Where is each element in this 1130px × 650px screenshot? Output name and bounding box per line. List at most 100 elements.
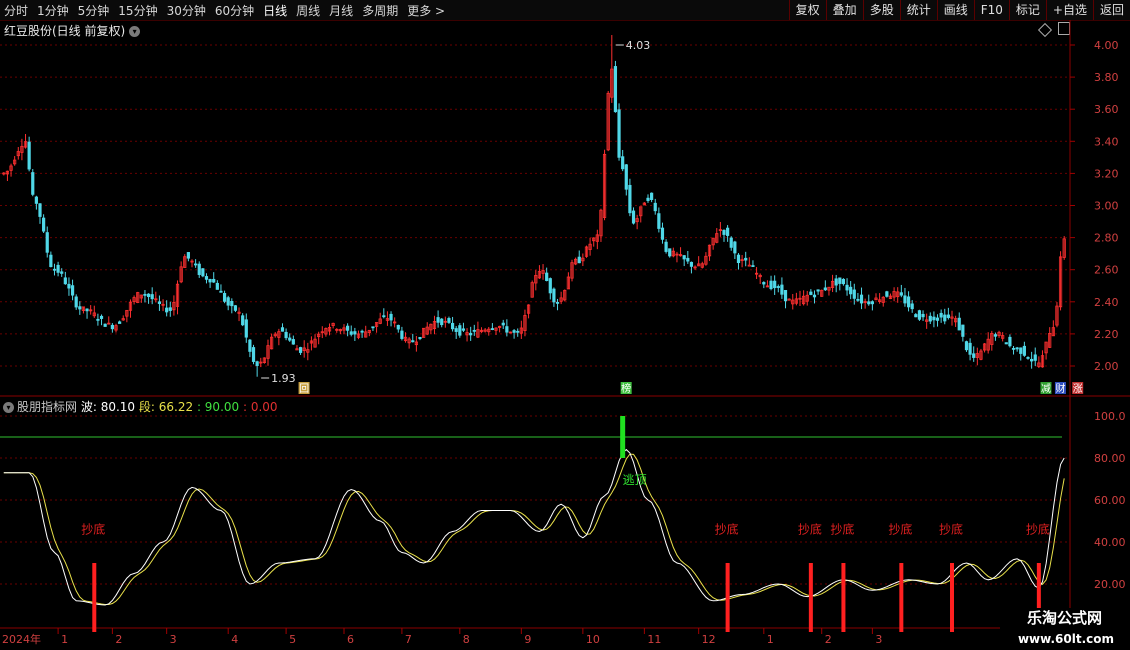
candle-body <box>729 237 733 248</box>
candle-body <box>552 288 556 303</box>
candle-body <box>621 156 625 170</box>
candle-body <box>52 268 57 271</box>
candle-body <box>34 196 38 204</box>
chevron-down-icon[interactable]: ▾ <box>3 402 14 413</box>
candle-body <box>353 331 357 335</box>
candle-body <box>454 328 458 332</box>
candle-body <box>436 317 440 323</box>
candle-body <box>939 312 943 318</box>
bottom-signal-label: 抄底 <box>830 522 854 537</box>
candle-body <box>204 276 209 280</box>
candle-body <box>469 332 473 336</box>
candle-body <box>834 278 838 286</box>
bottom-signal-label: 抄底 <box>798 522 822 537</box>
event-marker: 减 <box>1041 383 1051 395</box>
candle-body <box>646 197 650 201</box>
candle-body <box>657 213 661 229</box>
candle-body <box>165 307 169 313</box>
bottom-signal-label: 抄底 <box>888 522 912 537</box>
candle-body <box>943 314 947 322</box>
candle-body <box>418 336 422 340</box>
event-marker: 回 <box>299 383 309 395</box>
candle-body <box>461 328 466 331</box>
candle-body <box>168 307 172 311</box>
price-tick-label: 2.20 <box>1094 328 1119 341</box>
candle-body <box>244 319 248 338</box>
candle-body <box>143 293 147 296</box>
candle-body <box>751 265 755 267</box>
price-chart[interactable]: 4.00 3.80 3.60 3.40 3.20 3.00 2.80 2.60 2.40 2.20… <box>0 0 1130 650</box>
candle-body <box>103 323 107 327</box>
indicator-tick-label: 80.00 <box>1094 452 1126 465</box>
x-tick-label: 2024年 <box>2 632 41 646</box>
price-tick-label: 2.00 <box>1094 360 1119 373</box>
candle-body <box>917 310 922 320</box>
candle-body <box>501 322 505 326</box>
candle-body <box>859 294 864 304</box>
candle-body <box>668 248 672 257</box>
candle-body <box>548 278 552 294</box>
candle-body <box>885 291 889 297</box>
candle-body <box>197 263 201 275</box>
candle-body <box>726 227 730 236</box>
candle-body <box>870 301 874 305</box>
candle-body <box>96 318 100 321</box>
candle-body <box>613 66 618 113</box>
bottom-signal-label: 抄底 <box>715 522 739 537</box>
candle-body <box>577 256 581 264</box>
candle-body <box>972 353 976 358</box>
candle-body <box>110 324 114 330</box>
candle-body <box>993 334 998 337</box>
candle-body <box>689 261 694 267</box>
candle-body <box>516 330 520 333</box>
price-tick-label: 4.00 <box>1094 39 1119 52</box>
candle-body <box>186 252 190 259</box>
candle-body <box>946 314 950 318</box>
indicator-tick-label: 60.00 <box>1094 494 1126 507</box>
candle-body <box>226 297 230 306</box>
candle-body <box>222 293 227 302</box>
candle-body <box>396 324 400 330</box>
candle-body <box>360 330 364 333</box>
x-tick-label: 8 <box>463 633 470 646</box>
candle-body <box>1008 336 1012 347</box>
candle-body <box>512 330 516 333</box>
candle-body <box>747 264 751 267</box>
candle-body <box>1033 354 1037 361</box>
candle-body <box>722 229 726 235</box>
candle-body <box>906 296 911 308</box>
candle-body <box>49 254 53 268</box>
x-tick-label: 3 <box>875 633 882 646</box>
candle-body <box>78 306 82 310</box>
candle-body <box>624 164 628 190</box>
candle-body <box>776 286 780 288</box>
candle-body <box>212 278 216 283</box>
price-tick-label: 2.80 <box>1094 232 1119 245</box>
candle-body <box>291 339 295 345</box>
candle-body <box>660 227 665 240</box>
bottom-signal-label: 抄底 <box>81 522 105 537</box>
candle-body <box>27 141 31 170</box>
candle-body <box>241 315 245 326</box>
candle-body <box>816 289 820 292</box>
candle-body <box>298 347 303 353</box>
event-marker: 榜 <box>621 382 631 395</box>
candle-body <box>201 268 205 277</box>
candle-body <box>812 294 817 298</box>
bottom-signal-bar <box>92 563 97 632</box>
price-tick-label: 3.20 <box>1094 167 1119 180</box>
candle-body <box>382 315 386 318</box>
zero-value: : 0.00 <box>242 400 278 414</box>
indicator-tick-label: 40.00 <box>1094 536 1126 549</box>
candle-body <box>856 298 860 301</box>
x-tick-label: 4 <box>231 633 238 646</box>
price-tick-label: 2.60 <box>1094 264 1119 277</box>
price-tick-label: 3.80 <box>1094 71 1119 84</box>
candle-body <box>440 318 444 326</box>
price-tick-label: 3.40 <box>1094 135 1119 148</box>
candle-body <box>682 255 686 260</box>
candle-body <box>31 172 35 195</box>
candle-body <box>208 278 212 283</box>
x-tick-label: 7 <box>405 633 412 646</box>
candle-body <box>932 316 936 321</box>
